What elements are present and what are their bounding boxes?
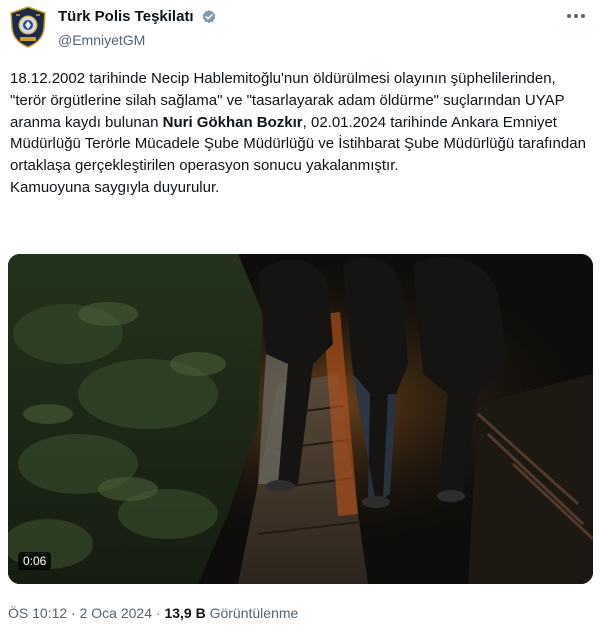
author-handle[interactable]: @EmniyetGM: [58, 32, 217, 48]
avatar[interactable]: [8, 6, 48, 48]
tweet-text-bold-name: Nuri Gökhan Bozkır: [162, 113, 303, 131]
tweet-paragraph-2: Kamuoyuna saygıyla duyurulur.: [10, 178, 220, 196]
tweet-text: 18.12.2002 tarihinde Necip Hablemitoğlu'…: [10, 68, 590, 199]
more-options-icon[interactable]: [566, 12, 586, 20]
tweet-meta: ÖS 10:12 · 2 Oca 2024 · 13,9 B Görüntüle…: [8, 604, 298, 622]
author-display-name[interactable]: Türk Polis Teşkilatı: [58, 8, 194, 26]
tweet-paragraph-1: 18.12.2002 tarihinde Necip Hablemitoğlu'…: [10, 68, 590, 177]
tweet-date[interactable]: 2 Oca 2024: [80, 605, 152, 621]
author-block: Türk Polis Teşkilatı @EmniyetGM: [58, 8, 217, 48]
video-player[interactable]: 0:06: [8, 254, 593, 584]
police-emblem-icon: [10, 6, 46, 48]
views-count: 13,9 B: [164, 605, 206, 621]
meta-separator: ·: [71, 605, 76, 621]
verified-badge-icon[interactable]: [201, 9, 217, 25]
views-label: Görüntülenme: [209, 605, 299, 621]
tweet: Türk Polis Teşkilatı @EmniyetGM 18.12.20…: [0, 0, 600, 640]
tweet-time[interactable]: ÖS 10:12: [8, 605, 67, 621]
video-timestamp: 0:06: [18, 552, 52, 570]
video-frame: [8, 254, 593, 584]
meta-separator-2: ·: [155, 605, 161, 621]
